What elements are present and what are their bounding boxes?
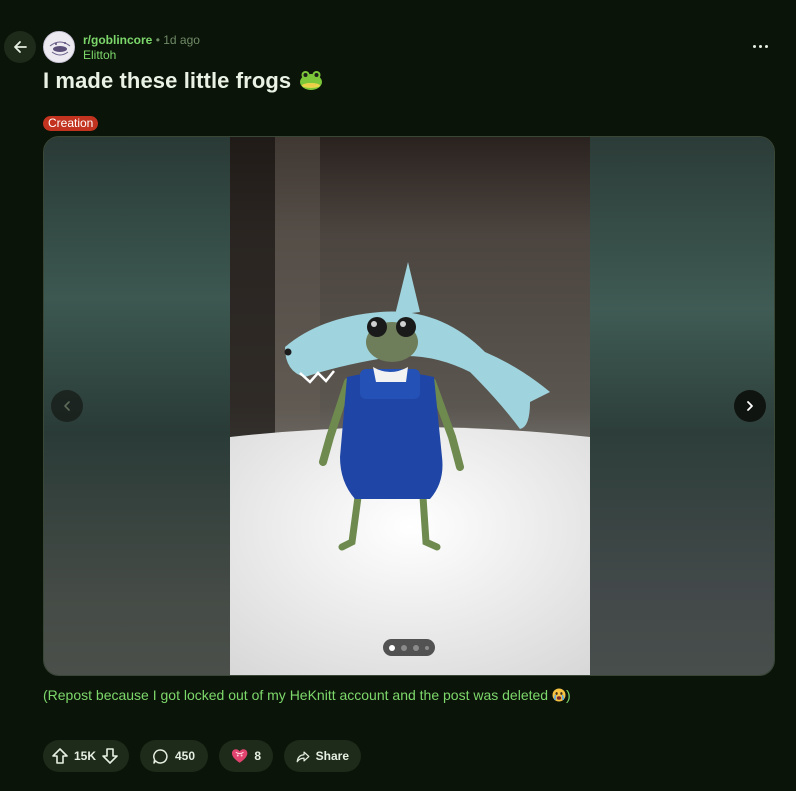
post-time: 1d ago <box>163 33 200 47</box>
comments-button[interactable]: 450 <box>140 740 208 772</box>
comment-count: 450 <box>175 749 196 763</box>
gallery-next-button[interactable] <box>734 390 766 422</box>
arrow-left-icon <box>14 41 27 53</box>
post-action-bar: 15K 450 8 Share <box>43 740 361 772</box>
post-body-text: (Repost because I got locked out of my H… <box>43 687 549 703</box>
author-link[interactable]: Elittoh <box>83 48 200 63</box>
page-dot[interactable] <box>401 644 407 651</box>
more-dot-icon <box>758 44 762 48</box>
chevron-left-icon <box>64 401 70 411</box>
post-page: r/goblincore • 1d ago Elittoh I made the… <box>0 0 796 791</box>
post-body-suffix: ) <box>565 687 571 703</box>
back-button[interactable] <box>4 31 36 63</box>
more-dot-icon <box>752 44 756 48</box>
frog-face-icon <box>299 69 323 97</box>
more-dot-icon <box>764 44 768 48</box>
award-button[interactable]: 8 <box>219 740 273 772</box>
upvote-icon[interactable] <box>51 747 69 765</box>
vote-control: 15K <box>43 740 129 772</box>
post-flair[interactable]: Creation <box>43 116 99 131</box>
post-title-text: I made these little frogs <box>43 68 292 93</box>
meta-separator: • <box>155 33 160 47</box>
award-count: 8 <box>254 749 261 763</box>
chevron-right-icon <box>747 401 753 411</box>
subreddit-link[interactable]: r/goblincore <box>83 33 152 47</box>
page-dot[interactable] <box>413 644 419 651</box>
crying-face-icon <box>552 688 566 705</box>
share-label: Share <box>315 749 349 763</box>
share-button[interactable]: Share <box>284 740 361 772</box>
more-options-button[interactable] <box>748 36 772 56</box>
image-gallery[interactable] <box>43 136 775 676</box>
page-dot-active[interactable] <box>389 644 395 651</box>
post-title: I made these little frogs <box>43 68 323 97</box>
gallery-page-indicator <box>383 639 435 656</box>
comment-bubble-icon <box>153 748 168 764</box>
gallery-prev-button[interactable] <box>51 390 83 422</box>
vote-score: 15K <box>74 749 97 763</box>
knitted-frog-in-shark-hat-image <box>230 137 590 675</box>
gallery-image[interactable] <box>230 137 590 675</box>
share-arrow-icon <box>296 750 310 762</box>
subreddit-avatar[interactable] <box>43 31 75 63</box>
heart-award-icon <box>231 749 248 763</box>
page-dot[interactable] <box>425 645 429 650</box>
downvote-icon[interactable] <box>101 747 119 765</box>
post-meta: r/goblincore • 1d ago Elittoh <box>83 33 200 63</box>
post-body: (Repost because I got locked out of my H… <box>43 687 571 705</box>
goblincore-logo-icon <box>44 32 74 62</box>
